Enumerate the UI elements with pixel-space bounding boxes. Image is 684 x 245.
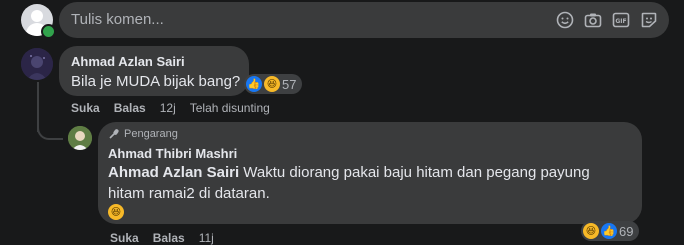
comment-reactions[interactable]: 👍 😆 57 (244, 74, 303, 94)
like-reaction-icon: 👍 (601, 223, 617, 239)
laughing-emoji-icon: 😆 (108, 204, 124, 220)
camera-icon[interactable] (583, 10, 603, 30)
gif-icon[interactable]: GIF (611, 10, 631, 30)
comment-author-avatar[interactable] (21, 48, 53, 80)
thread-curve (37, 120, 63, 140)
haha-reaction-icon: 😆 (583, 223, 599, 239)
edited-label: Telah disunting (189, 101, 270, 115)
reply-author-avatar[interactable] (68, 126, 92, 150)
reply-timestamp[interactable]: 11j (199, 231, 214, 245)
like-button[interactable]: Suka (110, 231, 139, 245)
reply-text: Ahmad Azlan Sairi Waktu diorang pakai ba… (108, 162, 628, 204)
comment-actions: Suka Balas 12j Telah disunting (71, 101, 270, 115)
reply-button[interactable]: Balas (114, 101, 146, 115)
reply-bubble: Pengarang Ahmad Thibri Mashri Ahmad Azla… (98, 122, 642, 224)
comment-composer[interactable]: Tulis komen... GIF (59, 2, 669, 38)
author-badge: Pengarang (108, 128, 178, 140)
composer-placeholder: Tulis komen... (71, 11, 164, 28)
author-badge-label: Pengarang (124, 128, 178, 140)
like-button[interactable]: Suka (71, 101, 100, 115)
comment-timestamp[interactable]: 12j (160, 101, 176, 115)
comment-text: Bila je MUDA bijak bang? (71, 73, 241, 90)
haha-reaction-icon: 😆 (264, 76, 280, 92)
reaction-count: 57 (282, 76, 297, 92)
reaction-count: 69 (619, 223, 634, 239)
emoji-icon[interactable] (555, 10, 575, 30)
reply-reactions[interactable]: 😆 👍 69 (581, 221, 640, 241)
online-status-dot (41, 24, 56, 39)
reply-button[interactable]: Balas (153, 231, 185, 245)
reply-author-name[interactable]: Ahmad Thibri Mashri (108, 146, 237, 161)
svg-text:GIF: GIF (615, 18, 626, 25)
reply-actions: Suka Balas 11j (110, 231, 214, 245)
comment-bubble: Ahmad Azlan Sairi Bila je MUDA bijak ban… (59, 46, 249, 96)
comment-author-name[interactable]: Ahmad Azlan Sairi (71, 54, 185, 69)
microphone-icon (109, 129, 119, 139)
sticker-icon[interactable] (639, 10, 659, 30)
like-reaction-icon: 👍 (246, 76, 262, 92)
mention-link[interactable]: Ahmad Azlan Sairi (108, 164, 239, 181)
